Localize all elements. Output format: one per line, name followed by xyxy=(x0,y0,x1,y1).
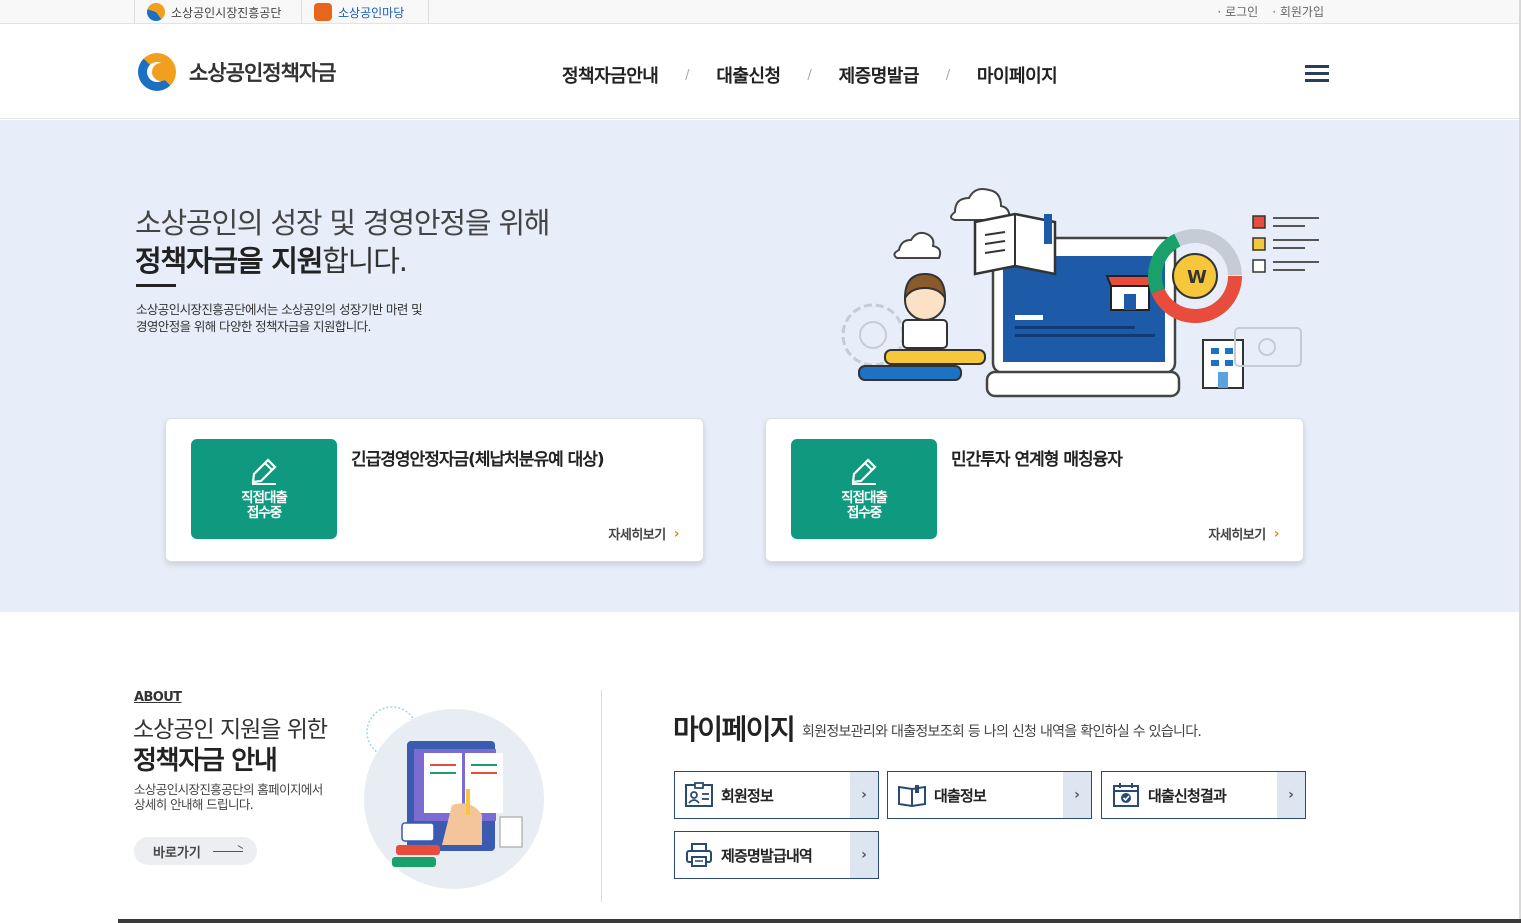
badge-line: 접수중 xyxy=(246,505,282,521)
fund-card[interactable]: 직접대출 접수중 민간투자 연계형 매칭융자 자세히보기 › xyxy=(765,418,1304,562)
badge-text: 직접대출 접수중 xyxy=(791,491,937,521)
chevron-right-icon: › xyxy=(1063,772,1091,818)
printer-icon xyxy=(686,843,712,867)
calendar-check-icon xyxy=(1113,783,1139,807)
hero-section: 소상공인의 성장 및 경영안정을 위해 정책자금을 지원합니다. 소상공인시장진… xyxy=(0,120,1521,612)
nav-separator: / xyxy=(807,67,812,83)
hero-desc-line: 경영안정을 위해 다양한 정책자금을 지원합니다. xyxy=(136,319,371,334)
badge-line: 직접대출 xyxy=(241,490,288,506)
svg-text:W: W xyxy=(1187,267,1207,288)
nav-separator: / xyxy=(685,67,690,83)
badge-line: 접수중 xyxy=(846,505,882,521)
loan-result-button[interactable]: 대출신청결과 › xyxy=(1101,771,1306,819)
direct-loan-badge: 직접대출 접수중 xyxy=(191,439,337,539)
hamburger-icon[interactable] xyxy=(1305,65,1329,83)
hero-headline-1: 소상공인의 성장 및 경영안정을 위해 xyxy=(135,206,550,240)
about-headline-2: 정책자금 안내 xyxy=(133,746,278,776)
about-eyebrow: ABOUT xyxy=(134,690,182,705)
mypage-description: 회원정보관리와 대출정보조회 등 나의 신청 내역을 확인하실 수 있습니다. xyxy=(802,724,1202,740)
section-divider xyxy=(601,690,602,902)
chevron-right-icon: › xyxy=(850,832,878,878)
button-label: 대출신청결과 xyxy=(1148,786,1227,805)
chevron-right-icon: › xyxy=(1273,525,1280,542)
family-site-semas[interactable]: 소상공인시장진흥공단 xyxy=(134,0,302,24)
hero-headline-bold: 정책자금을 지원 xyxy=(135,244,323,278)
button-label: 대출정보 xyxy=(934,786,987,805)
nav-separator: / xyxy=(945,67,951,83)
family-site-label: 소상공인시장진흥공단 xyxy=(171,5,282,20)
chevron-right-icon: › xyxy=(1277,772,1305,818)
nav-loan-apply[interactable]: 대출신청 xyxy=(716,62,781,88)
badge-text: 직접대출 접수중 xyxy=(191,491,337,521)
loan-info-button[interactable]: 대출정보 › xyxy=(887,771,1092,819)
logo-text: 소상공인정책자금 xyxy=(189,61,337,85)
go-label: 바로가기 xyxy=(153,845,201,861)
fund-title: 민간투자 연계형 매칭융자 xyxy=(951,450,1123,470)
family-site-bar: 소상공인시장진흥공단 소상공인마당 로그인 회원가입 xyxy=(0,0,1521,24)
bottom-bar xyxy=(118,919,1521,923)
direct-loan-badge: 직접대출 접수중 xyxy=(791,439,937,539)
about-desc-line: 소상공인시장진흥공단의 홈페이지에서 xyxy=(134,782,323,797)
pencil-icon xyxy=(851,458,877,485)
more-label: 자세히보기 xyxy=(1208,528,1266,543)
family-site-label: 소상공인마당 xyxy=(338,5,405,20)
more-link[interactable]: 자세히보기 › xyxy=(1208,524,1280,544)
madang-logo-icon xyxy=(314,3,332,21)
certificate-history-button[interactable]: 제증명발급내역 › xyxy=(674,831,879,879)
chevron-right-icon: › xyxy=(673,525,680,542)
util-links: 로그인 회원가입 xyxy=(1217,0,1324,20)
hero-divider xyxy=(136,284,176,287)
more-label: 자세히보기 xyxy=(608,528,666,543)
member-info-button[interactable]: 회원정보 › xyxy=(674,771,879,819)
about-headline-1: 소상공인 지원을 위한 xyxy=(133,717,328,743)
family-site-madang[interactable]: 소상공인마당 xyxy=(301,0,429,24)
about-desc-line: 상세히 안내해 드립니다. xyxy=(134,797,254,812)
nav-certificate[interactable]: 제증명발급 xyxy=(839,62,920,88)
about-illustration xyxy=(364,706,544,889)
mypage-title: 마이페이지 xyxy=(673,713,796,746)
login-link[interactable]: 로그인 xyxy=(1217,3,1258,20)
about-description: 소상공인시장진흥공단의 홈페이지에서 상세히 안내해 드립니다. xyxy=(134,782,364,812)
button-label: 회원정보 xyxy=(721,786,774,805)
pencil-icon xyxy=(251,458,277,485)
hero-desc-line: 소상공인시장진흥공단에서는 소상공인의 성장기반 마련 및 xyxy=(136,302,423,317)
nav-mypage[interactable]: 마이페이지 xyxy=(977,62,1058,88)
button-label: 제증명발급내역 xyxy=(721,846,813,865)
main-nav: 정책자금안내 / 대출신청 / 제증명발급 / 마이페이지 xyxy=(562,62,1058,88)
arrow-right-icon xyxy=(212,850,243,852)
chevron-right-icon: › xyxy=(850,772,878,818)
hero-headline-2: 정책자금을 지원합니다. xyxy=(135,238,408,280)
logo-mark-icon xyxy=(138,53,183,91)
hero-illustration: W xyxy=(841,188,1319,398)
semas-logo-icon xyxy=(147,3,165,21)
badge-line: 직접대출 xyxy=(841,490,888,506)
fund-title: 긴급경영안정자금(체납처분유예 대상) xyxy=(351,450,605,470)
fund-card[interactable]: 직접대출 접수중 긴급경영안정자금(체납처분유예 대상) 자세히보기 › xyxy=(165,418,704,562)
site-logo[interactable]: 소상공인정책자금 xyxy=(138,53,337,91)
about-go-button[interactable]: 바로가기 xyxy=(134,837,257,865)
member-card-icon xyxy=(685,782,713,807)
hero-headline-rest: 합니다. xyxy=(322,244,408,278)
book-icon xyxy=(898,785,926,808)
signup-link[interactable]: 회원가입 xyxy=(1272,3,1324,20)
header: 소상공인정책자금 정책자금안내 / 대출신청 / 제증명발급 / 마이페이지 xyxy=(0,24,1521,119)
more-link[interactable]: 자세히보기 › xyxy=(608,524,680,544)
hero-description: 소상공인시장진흥공단에서는 소상공인의 성장기반 마련 및 경영안정을 위해 다… xyxy=(136,301,476,335)
nav-policy-guide[interactable]: 정책자금안내 xyxy=(562,62,659,88)
